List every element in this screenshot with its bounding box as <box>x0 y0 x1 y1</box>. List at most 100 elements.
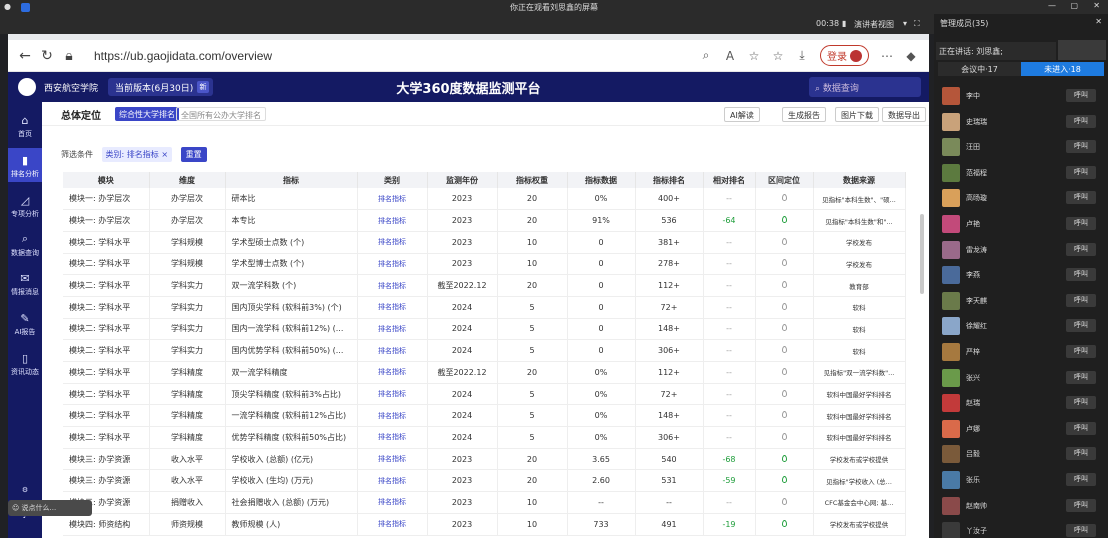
category-tag[interactable]: 排名指标 <box>378 260 406 268</box>
category-tag[interactable]: 排名指标 <box>378 368 406 376</box>
sidebar-item-0[interactable]: ⌂ 首页 <box>8 108 42 142</box>
call-button[interactable]: 呼叫 <box>1066 447 1096 461</box>
column-header[interactable]: 类别 <box>357 172 428 188</box>
sidebar-item-4[interactable]: ✉ 情报消息 <box>8 266 42 300</box>
table-cell[interactable]: 排名指标 <box>357 274 428 297</box>
sidebar-item-5[interactable]: ✎ AI报告 <box>8 306 42 340</box>
sidebar-item-3[interactable]: ⌕ 数据查询 <box>8 226 42 260</box>
table-row[interactable]: 模块一: 办学层次 办学层次 本专比 排名指标 2023 20 91% 536 -64 见指标"本… <box>63 209 906 232</box>
favorite-star-icon[interactable]: ☆ <box>742 49 766 63</box>
column-header[interactable]: 数据来源 <box>813 172 906 188</box>
table-row[interactable]: 模块一: 办学层次 办学层次 研本比 排名指标 2023 20 0% 400+ -- 见指标"本科… <box>63 188 906 211</box>
category-tag[interactable]: 排名指标 <box>378 238 406 246</box>
category-tag[interactable]: 排名指标 <box>378 195 406 203</box>
table-row[interactable]: 模块二: 学科水平 学科规模 学术型硕士点数 (个) 排名指标 2023 10 0 381+ -… <box>63 231 906 254</box>
table-cell[interactable]: 排名指标 <box>357 404 428 428</box>
column-header[interactable]: 相对排名 <box>703 172 756 188</box>
column-header[interactable]: 模块 <box>63 172 150 188</box>
image-download-button[interactable]: 图片下载 <box>835 107 879 122</box>
table-cell[interactable]: 排名指标 <box>357 339 428 362</box>
settings-icon[interactable]: ⚙ <box>8 486 42 494</box>
category-tag[interactable]: 排名指标 <box>378 325 406 333</box>
table-row[interactable]: 模块二: 学科水平 学科实力 国内优势学科 (软科前50%) (... 排名指标 202… <box>63 339 906 362</box>
table-row[interactable]: 模块三: 办学资源 捐赠收入 社会捐赠收入 (总额) (万元) 排名指标 2023 10-… <box>63 491 906 514</box>
search-input[interactable]: ⌕ 数据查询 <box>809 77 921 97</box>
table-row[interactable]: 模块二: 学科水平 学科精度 顶尖学科精度 (软科前3%占比) 排名指标 2024 5 0%… <box>63 383 906 406</box>
favorites-icon[interactable]: ☆ <box>766 49 790 63</box>
read-aloud-icon[interactable]: A <box>718 49 742 63</box>
data-export-button[interactable]: 数据导出 <box>882 107 926 122</box>
view-mode-dropdown[interactable]: 演讲者视图 <box>854 19 894 30</box>
call-button[interactable]: 呼叫 <box>1066 165 1096 179</box>
call-button[interactable]: 呼叫 <box>1066 524 1096 538</box>
category-tag[interactable]: 排名指标 <box>378 477 406 485</box>
category-tag[interactable]: 排名指标 <box>378 498 406 506</box>
sidebar-item-1[interactable]: ▮ 排名分析 <box>8 148 42 182</box>
table-row[interactable]: 模块二: 学科水平 学科精度 一流学科精度 (软科前12%占比) 排名指标 2024 5 0… <box>63 404 906 428</box>
copilot-icon[interactable]: ◆ <box>899 49 923 63</box>
table-row[interactable]: 模块二: 学科水平 学科实力 国内一流学科 (软科前12%) (... 排名指标 202… <box>63 318 906 341</box>
column-header[interactable]: 指标排名 <box>635 172 704 188</box>
category-tag[interactable]: 排名指标 <box>378 520 406 528</box>
table-cell[interactable]: 排名指标 <box>357 491 428 514</box>
category-tag[interactable]: 排名指标 <box>378 433 406 441</box>
more-icon[interactable]: ⋯ <box>875 49 899 63</box>
call-button[interactable]: 呼叫 <box>1066 498 1096 512</box>
chat-input[interactable]: ☺ 说点什么... <box>8 500 92 516</box>
table-cell[interactable]: 排名指标 <box>357 231 428 254</box>
category-tag[interactable]: 排名指标 <box>378 347 406 355</box>
call-button[interactable]: 呼叫 <box>1066 268 1096 282</box>
tab-in-meeting[interactable]: 会议中·17 <box>938 62 1021 76</box>
call-button[interactable]: 呼叫 <box>1066 140 1096 154</box>
download-icon[interactable]: ⤓ <box>790 48 814 63</box>
table-cell[interactable]: 排名指标 <box>357 448 428 471</box>
call-button[interactable]: 呼叫 <box>1066 217 1096 230</box>
category-tag[interactable]: 排名指标 <box>378 217 406 225</box>
fullscreen-icon[interactable]: ⛶ <box>914 19 920 29</box>
refresh-icon[interactable]: ↻ <box>36 48 58 64</box>
call-button[interactable]: 呼叫 <box>1066 293 1096 307</box>
column-header[interactable]: 指标 <box>225 172 358 188</box>
filter-reset-button[interactable]: 重置 <box>180 147 207 162</box>
chevron-down-icon[interactable]: ▾ <box>903 19 907 28</box>
column-header[interactable]: 区间定位 <box>755 172 814 188</box>
ai-interpret-button[interactable]: AI解读 <box>724 107 760 122</box>
call-button[interactable]: 呼叫 <box>1066 191 1096 205</box>
table-row[interactable]: 模块二: 学科水平 学科精度 优势学科精度 (软科前50%占比) 排名指标 2024 5 0… <box>63 426 906 449</box>
category-tag[interactable]: 排名指标 <box>378 282 406 290</box>
category-tag[interactable]: 排名指标 <box>378 390 406 398</box>
login-button[interactable]: 登录 <box>820 45 869 66</box>
call-button[interactable]: 呼叫 <box>1066 396 1096 410</box>
table-cell[interactable]: 排名指标 <box>357 209 428 232</box>
category-tag[interactable]: 排名指标 <box>378 455 406 463</box>
column-header[interactable]: 监测年份 <box>427 172 498 188</box>
back-icon[interactable]: ← <box>14 48 36 64</box>
table-cell[interactable]: 排名指标 <box>357 318 428 341</box>
window-minimize-icon[interactable]: — <box>1048 1 1056 10</box>
table-cell[interactable]: 排名指标 <box>357 426 428 449</box>
chip-comprehensive-ranking[interactable]: 综合性大学排名 <box>115 107 179 121</box>
table-row[interactable]: 模块二: 学科水平 学科实力 双一流学科数 (个) 排名指标 截至2022.12 20 0 1… <box>63 274 906 297</box>
call-button[interactable]: 呼叫 <box>1066 319 1096 333</box>
zoom-icon[interactable]: ⌕ <box>694 48 718 63</box>
table-cell[interactable]: 排名指标 <box>357 296 428 319</box>
table-row[interactable]: 模块三: 办学资源 收入水平 学校收入 (总额) (亿元) 排名指标 2023 20 3.6… <box>63 448 906 471</box>
table-cell[interactable]: 排名指标 <box>357 383 428 406</box>
tab-not-joined[interactable]: 未进入·18 <box>1021 62 1104 76</box>
category-tag[interactable]: 排名指标 <box>378 412 406 420</box>
table-row[interactable]: 模块三: 办学资源 收入水平 学校收入 (生均) (万元) 排名指标 2023 20 2.6… <box>63 469 906 493</box>
table-cell[interactable]: 排名指标 <box>357 253 428 276</box>
call-button[interactable]: 呼叫 <box>1066 473 1096 486</box>
table-row[interactable]: 模块四: 师资结构 师资规模 教师规模 (人) 排名指标 2023 10 733 491 -19… <box>63 513 906 536</box>
window-maximize-icon[interactable]: ▢ <box>1070 1 1078 10</box>
call-button[interactable]: 呼叫 <box>1066 345 1096 358</box>
column-header[interactable]: 指标权重 <box>497 172 568 188</box>
window-close-icon[interactable]: ✕ <box>1093 1 1100 10</box>
sidebar-item-2[interactable]: ◿ 专项分析 <box>8 188 42 222</box>
call-button[interactable]: 呼叫 <box>1066 242 1096 256</box>
table-cell[interactable]: 排名指标 <box>357 469 428 493</box>
url-input[interactable]: https://ub.gaojidata.com/overview <box>94 49 694 63</box>
sidebar-item-6[interactable]: ▯ 资讯动态 <box>8 346 42 380</box>
table-cell[interactable]: 排名指标 <box>357 361 428 384</box>
table-row[interactable]: 模块二: 学科水平 学科实力 国内顶尖学科 (软科前3%) (个) 排名指标 2024 5… <box>63 296 906 319</box>
